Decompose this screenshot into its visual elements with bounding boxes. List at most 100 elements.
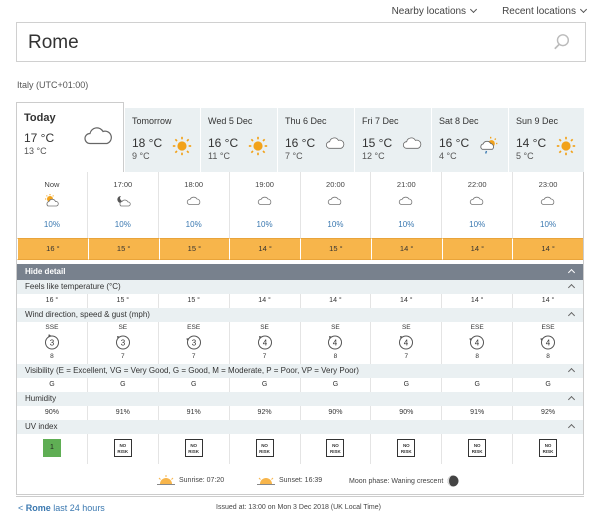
humidity-value: 91%: [86, 406, 158, 420]
wind-header[interactable]: Wind direction, speed & gust (mph): [17, 308, 583, 322]
search-input[interactable]: Rome: [28, 32, 79, 54]
precip-chance: 10%: [185, 220, 202, 229]
humidity-row: 90% 91% 91% 92% 90% 90% 91% 92%: [17, 406, 583, 420]
day-tab-6[interactable]: Sun 9 Dec 14 °C 5 °C: [508, 108, 584, 172]
hour-temperature: 16 °: [17, 238, 88, 260]
wind-arrow-icon: 4: [399, 335, 414, 350]
visibility-value: G: [228, 378, 300, 392]
wind-cell: SSE 3 8: [17, 322, 87, 364]
feels-like-header[interactable]: Feels like temperature (°C): [17, 280, 583, 294]
visibility-value: G: [299, 378, 371, 392]
recent-locations-menu[interactable]: Recent locations: [502, 5, 588, 17]
hour-temperature: 14 °: [370, 238, 442, 260]
visibility-value: G: [86, 378, 158, 392]
wind-direction: SE: [331, 324, 340, 331]
wind-gust: 8: [50, 353, 54, 360]
uv-badge: NO RISK: [184, 439, 203, 457]
chevron-up-icon: [567, 367, 576, 376]
humidity-value: 90%: [370, 406, 441, 420]
day-low: 13 °C: [24, 146, 47, 156]
day-low: 7 °C: [285, 151, 303, 161]
day-tabs: Today 17 °C 13 °C Tomorrow 18 °C 9 °C We…: [16, 102, 584, 172]
hour-column: 21:00 10%: [370, 172, 441, 238]
uv-header[interactable]: UV index: [17, 420, 583, 434]
wind-gust: 7: [404, 353, 409, 360]
wind-direction: ESE: [541, 324, 555, 331]
hourly-forecast: Now 10% 17:00 10% 18:00 10% 19:00 10% 20:00 …: [16, 172, 584, 495]
chevron-up-icon: [567, 283, 576, 292]
day-name: Thu 6 Dec: [285, 116, 327, 126]
nearby-locations-menu[interactable]: Nearby locations: [392, 5, 478, 17]
day-name: Today: [24, 112, 56, 124]
feels-like-value: 15 °: [86, 294, 158, 308]
day-tab-1[interactable]: Tomorrow 18 °C 9 °C: [124, 108, 200, 172]
day-high: 16 °C: [285, 136, 316, 150]
precip-chance: 10%: [256, 220, 273, 229]
hour-temperature: 14 °: [441, 238, 513, 260]
hour-temperature: 15 °: [158, 238, 230, 260]
day-tab-0[interactable]: Today 17 °C 13 °C: [16, 102, 124, 172]
day-low: 12 °C: [362, 151, 385, 161]
chevron-up-icon: [567, 311, 576, 320]
wind-cell: ESE 4 8: [512, 322, 583, 364]
chevron-down-icon: [470, 5, 478, 14]
chevron-down-icon: [579, 5, 588, 14]
wind-cell: SE 4 7: [370, 322, 441, 364]
day-tab-2[interactable]: Wed 5 Dec 16 °C 11 °C: [200, 108, 277, 172]
last-24-hours-link[interactable]: < Rome last 24 hours: [18, 503, 105, 513]
moon-phase: Moon phase: Waning crescent: [349, 475, 459, 487]
wind-gust: 7: [121, 353, 125, 360]
wind-row: SSE 3 8 SE 3 7 ESE 3 7 SE 4 7 SE 4 8 SE …: [17, 322, 583, 364]
hour-column: 18:00 10%: [157, 172, 229, 238]
day-low: 9 °C: [132, 151, 150, 161]
hour-temperature: 15 °: [300, 238, 371, 260]
temperature-row: 16 ° 15 ° 15 ° 14 ° 15 ° 14 ° 14 ° 14 °: [17, 238, 583, 260]
wind-gust: 7: [191, 353, 196, 360]
uv-cell: NO RISK: [157, 434, 229, 464]
sunrise-icon: [157, 475, 175, 485]
day-tab-4[interactable]: Fri 7 Dec 15 °C 12 °C: [354, 108, 431, 172]
hour-time: 22:00: [467, 180, 487, 189]
location-search[interactable]: Rome: [16, 22, 586, 62]
hours-row: Now 10% 17:00 10% 18:00 10% 19:00 10% 20:00 …: [17, 172, 583, 238]
search-icon[interactable]: [553, 33, 571, 51]
uv-cell: NO RISK: [441, 434, 512, 464]
svg-text:4: 4: [475, 339, 480, 348]
sunset: Sunset: 16:39: [257, 475, 322, 485]
uv-badge: NO RISK: [255, 439, 274, 457]
hour-time: 20:00: [326, 180, 345, 189]
day-name: Sat 8 Dec: [439, 116, 479, 126]
humidity-header[interactable]: Humidity: [17, 392, 583, 406]
uv-cell: NO RISK: [86, 434, 158, 464]
hide-detail-toggle[interactable]: Hide detail: [17, 264, 583, 280]
day-high: 15 °C: [362, 136, 393, 150]
day-high: 17 °C: [24, 131, 55, 145]
day-high: 18 °C: [132, 136, 163, 150]
feels-like-row: 16 ° 15 ° 15 ° 14 ° 14 ° 14 ° 14 ° 14 °: [17, 294, 583, 308]
sunrise: Sunrise: 07:20: [157, 475, 224, 485]
wind-arrow-icon: 4: [469, 335, 485, 350]
wind-cell: ESE 3 7: [157, 322, 229, 364]
day-low: 5 °C: [516, 151, 534, 161]
day-tab-3[interactable]: Thu 6 Dec 16 °C 7 °C: [277, 108, 354, 172]
day-name: Tomorrow: [132, 116, 172, 126]
chevron-up-icon: [567, 395, 576, 404]
svg-text:4: 4: [262, 339, 267, 348]
chevron-up-icon: [567, 423, 576, 432]
wind-arrow-icon: 4: [328, 335, 343, 350]
hour-time: 19:00: [255, 180, 274, 189]
uv-cell: NO RISK: [228, 434, 300, 464]
hour-column: 20:00 10%: [299, 172, 371, 238]
humidity-value: 90%: [44, 409, 59, 416]
uv-cell: NO RISK: [370, 434, 441, 464]
visibility-header[interactable]: Visibility (E = Excellent, VG = Very Goo…: [17, 364, 583, 378]
day-name: Sun 9 Dec: [516, 116, 559, 126]
feels-like-value: 14 °: [370, 294, 441, 308]
sunset-icon: [257, 477, 275, 485]
hour-column: 22:00 10%: [441, 172, 512, 238]
day-tab-5[interactable]: Sat 8 Dec 16 °C 4 °C: [431, 108, 508, 172]
uv-badge: NO RISK: [468, 439, 487, 457]
humidity-value: 91%: [441, 406, 512, 420]
uv-cell: 1: [17, 434, 87, 464]
precip-chance: 10%: [469, 220, 486, 229]
